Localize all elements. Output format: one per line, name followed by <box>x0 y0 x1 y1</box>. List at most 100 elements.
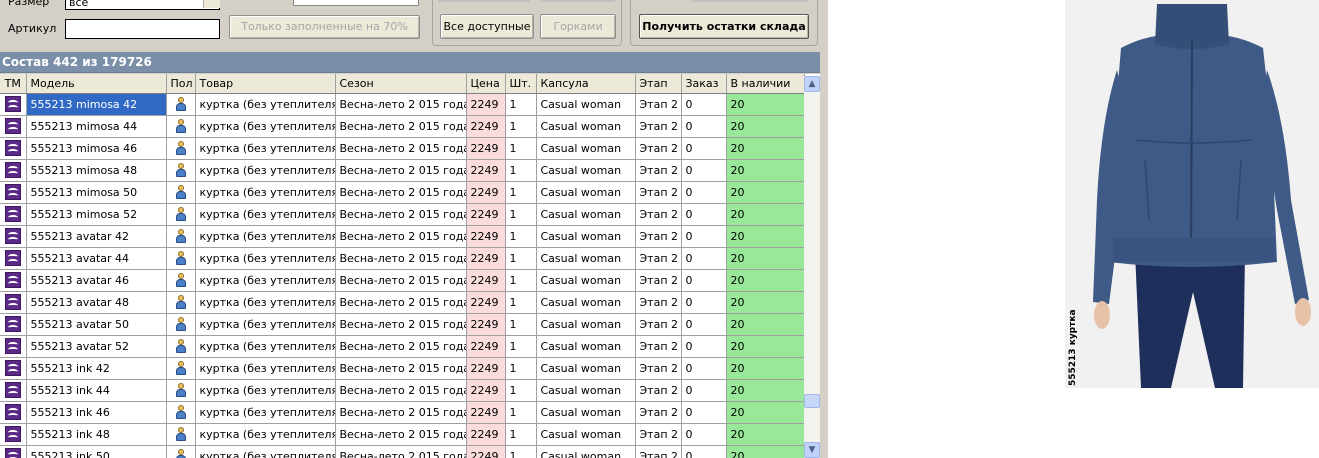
table-row[interactable]: 555213 ink 42 куртка (без утеплителя) Весн… <box>0 357 805 380</box>
order-cell[interactable]: 0 <box>681 181 727 204</box>
gender-cell[interactable] <box>166 335 196 358</box>
season-cell[interactable]: Весна-лето 2 015 года <box>335 269 467 292</box>
order-cell[interactable]: 0 <box>681 313 727 336</box>
season-cell[interactable]: Весна-лето 2 015 года <box>335 401 467 424</box>
col-header-price[interactable]: Цена <box>466 74 506 94</box>
qty-cell[interactable]: 1 <box>505 115 537 138</box>
product-cell[interactable]: куртка (без утеплителя) <box>195 203 336 226</box>
qty-cell[interactable]: 1 <box>505 225 537 248</box>
table-row[interactable]: 555213 avatar 44 куртка (без утеплителя) В… <box>0 247 805 270</box>
season-cell[interactable]: Весна-лето 2 015 года <box>335 159 467 182</box>
capsule-cell[interactable]: Casual woman <box>536 379 636 402</box>
stage-cell[interactable]: Этап 2 <box>635 379 682 402</box>
model-cell[interactable]: 555213 avatar 44 <box>26 247 167 270</box>
model-cell[interactable]: 555213 ink 42 <box>26 357 167 380</box>
price-cell[interactable]: 2249 <box>466 291 506 314</box>
stock-cell[interactable]: 20 <box>726 291 805 314</box>
qty-cell[interactable]: 1 <box>505 379 537 402</box>
qty-cell[interactable]: 1 <box>505 313 537 336</box>
gender-cell[interactable] <box>166 357 196 380</box>
stock-cell[interactable]: 20 <box>726 313 805 336</box>
table-row[interactable]: 555213 ink 50 куртка (без утеплителя) Весн… <box>0 445 805 458</box>
table-row[interactable]: 555213 avatar 46 куртка (без утеплителя) В… <box>0 269 805 292</box>
stock-cell[interactable]: 20 <box>726 247 805 270</box>
tm-cell[interactable] <box>0 269 27 292</box>
tm-cell[interactable] <box>0 401 27 424</box>
season-cell[interactable]: Весна-лето 2 015 года <box>335 357 467 380</box>
season-cell[interactable]: Весна-лето 2 015 года <box>335 181 467 204</box>
stock-cell[interactable]: 20 <box>726 137 805 160</box>
order-cell[interactable]: 0 <box>681 445 727 458</box>
qty-cell[interactable]: 1 <box>505 445 537 458</box>
price-cell[interactable]: 2249 <box>466 247 506 270</box>
tm-cell[interactable] <box>0 225 27 248</box>
gender-cell[interactable] <box>166 269 196 292</box>
stock-cell[interactable]: 20 <box>726 225 805 248</box>
capsule-cell[interactable]: Casual woman <box>536 401 636 424</box>
price-cell[interactable]: 2249 <box>466 115 506 138</box>
order-cell[interactable]: 0 <box>681 137 727 160</box>
qty-cell[interactable]: 1 <box>505 181 537 204</box>
order-cell[interactable]: 0 <box>681 423 727 446</box>
order-cell[interactable]: 0 <box>681 247 727 270</box>
tm-cell[interactable] <box>0 181 27 204</box>
table-row[interactable]: 555213 avatar 42 куртка (без утеплителя) В… <box>0 225 805 248</box>
stock-cell[interactable]: 20 <box>726 181 805 204</box>
stock-cell[interactable]: 20 <box>726 357 805 380</box>
model-cell[interactable]: 555213 mimosa 42 <box>26 93 167 116</box>
capsule-cell[interactable]: Casual woman <box>536 137 636 160</box>
model-cell[interactable]: 555213 ink 44 <box>26 379 167 402</box>
col-header-order[interactable]: Заказ <box>681 74 727 94</box>
size-dropdown-icon[interactable] <box>203 0 220 8</box>
stock-cell[interactable]: 20 <box>726 401 805 424</box>
capsule-cell[interactable]: Casual woman <box>536 357 636 380</box>
capsule-cell[interactable]: Casual woman <box>536 423 636 446</box>
get-stock-button[interactable]: Получить остатки склада <box>639 14 809 39</box>
product-cell[interactable]: куртка (без утеплителя) <box>195 115 336 138</box>
model-cell[interactable]: 555213 mimosa 44 <box>26 115 167 138</box>
price-cell[interactable]: 2249 <box>466 401 506 424</box>
stage-cell[interactable]: Этап 2 <box>635 137 682 160</box>
product-cell[interactable]: куртка (без утеплителя) <box>195 93 336 116</box>
gender-cell[interactable] <box>166 115 196 138</box>
capsule-cell[interactable]: Casual woman <box>536 115 636 138</box>
all-available-button[interactable]: Все доступные <box>440 14 534 39</box>
tm-cell[interactable] <box>0 291 27 314</box>
tm-cell[interactable] <box>0 379 27 402</box>
table-row[interactable]: 555213 avatar 50 куртка (без утеплителя) В… <box>0 313 805 336</box>
price-cell[interactable]: 2249 <box>466 137 506 160</box>
season-cell[interactable]: Весна-лето 2 015 года <box>335 291 467 314</box>
order-cell[interactable]: 0 <box>681 115 727 138</box>
model-cell[interactable]: 555213 avatar 48 <box>26 291 167 314</box>
season-cell[interactable]: Весна-лето 2 015 года <box>335 115 467 138</box>
tm-cell[interactable] <box>0 357 27 380</box>
capsule-cell[interactable]: Casual woman <box>536 247 636 270</box>
season-cell[interactable]: Весна-лето 2 015 года <box>335 423 467 446</box>
only-filled-button[interactable]: Только заполненные на 70% <box>229 15 420 39</box>
stage-cell[interactable]: Этап 2 <box>635 181 682 204</box>
table-row[interactable]: 555213 mimosa 52 куртка (без утеплителя) В… <box>0 203 805 226</box>
model-cell[interactable]: 555213 mimosa 52 <box>26 203 167 226</box>
stock-cell[interactable]: 20 <box>726 423 805 446</box>
gender-cell[interactable] <box>166 291 196 314</box>
col-header-model[interactable]: Модель <box>26 74 167 94</box>
stock-cell[interactable]: 20 <box>726 159 805 182</box>
qty-cell[interactable]: 1 <box>505 269 537 292</box>
gender-cell[interactable] <box>166 313 196 336</box>
col-header-gender[interactable]: Пол <box>166 74 196 94</box>
stock-cell[interactable]: 20 <box>726 115 805 138</box>
season-cell[interactable]: Весна-лето 2 015 года <box>335 445 467 458</box>
model-cell[interactable]: 555213 ink 50 <box>26 445 167 458</box>
price-cell[interactable]: 2249 <box>466 357 506 380</box>
tm-cell[interactable] <box>0 335 27 358</box>
price-cell[interactable]: 2249 <box>466 313 506 336</box>
product-cell[interactable]: куртка (без утеплителя) <box>195 291 336 314</box>
order-cell[interactable]: 0 <box>681 357 727 380</box>
scroll-up-icon[interactable]: ▲ <box>804 76 820 92</box>
model-cell[interactable]: 555213 avatar 42 <box>26 225 167 248</box>
capsule-cell[interactable]: Casual woman <box>536 225 636 248</box>
price-cell[interactable]: 2249 <box>466 159 506 182</box>
tm-cell[interactable] <box>0 313 27 336</box>
stage-cell[interactable]: Этап 2 <box>635 335 682 358</box>
col-header-capsule[interactable]: Капсула <box>536 74 636 94</box>
